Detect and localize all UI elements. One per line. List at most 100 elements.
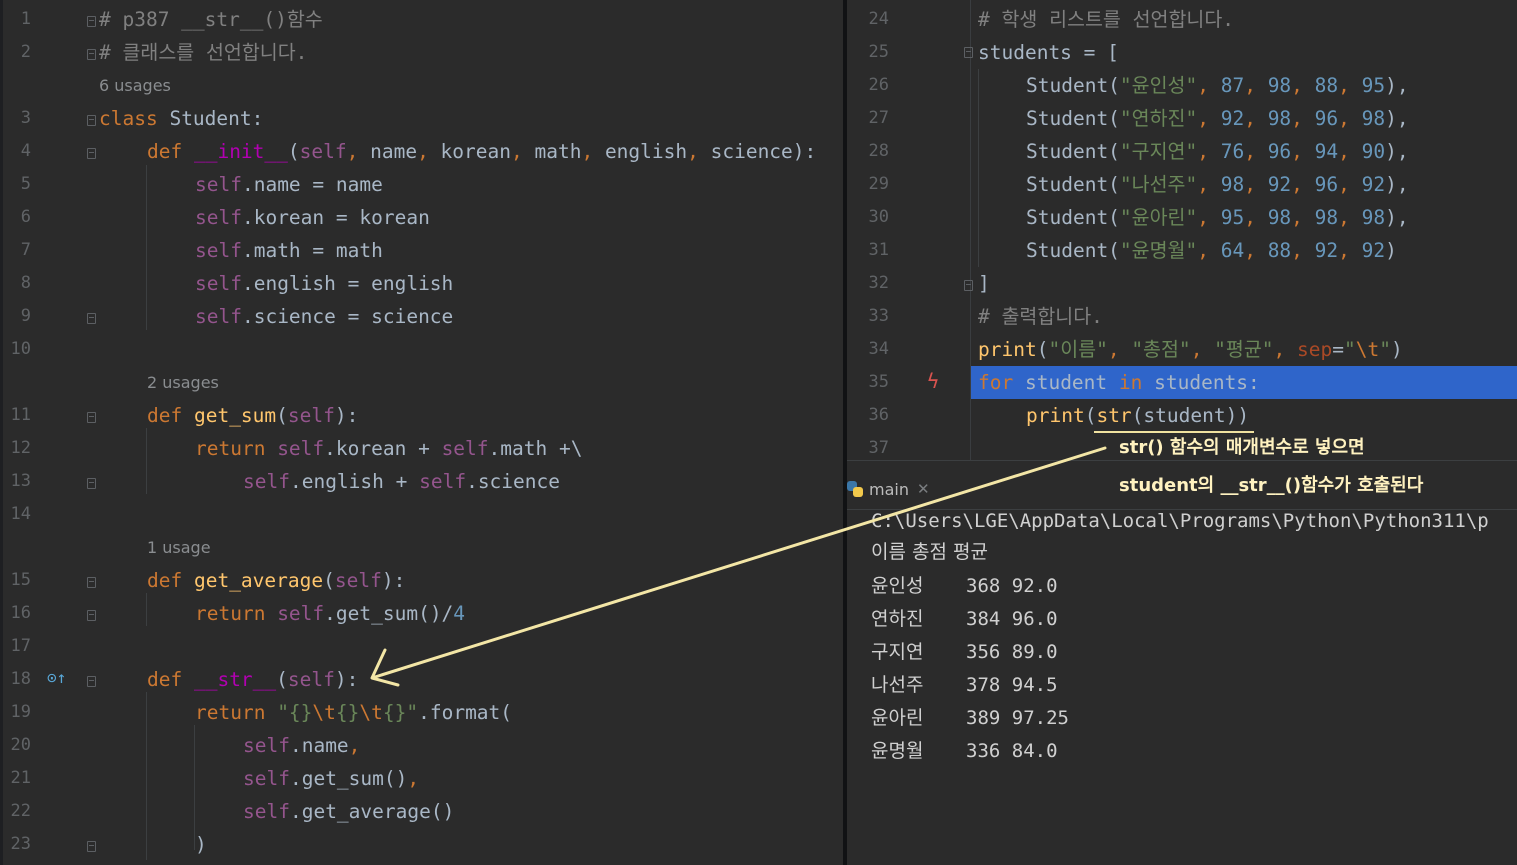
code-line[interactable]: 2 # 클래스를 선언합니다.: [3, 36, 843, 69]
code-line[interactable]: 27 Student("연하진", 92, 98, 96, 98),: [847, 102, 1517, 135]
code-line[interactable]: 7 self.math = math: [3, 234, 843, 267]
code-line[interactable]: 33 # 출력합니다.: [847, 300, 1517, 333]
code-line[interactable]: 34 print("이름", "총점", "평균", sep="\t"): [847, 333, 1517, 366]
override-gutter-icon[interactable]: ⊙↑: [47, 668, 66, 687]
code-token: "윤인성": [1119, 74, 1198, 97]
code-line[interactable]: 30 Student("윤아린", 95, 98, 98, 98),: [847, 201, 1517, 234]
code-token: ,: [511, 140, 535, 163]
line-number: 27: [868, 108, 889, 128]
code-text: Student("윤아린", 95, 98, 98, 98),: [1026, 201, 1409, 234]
code-line[interactable]: 35 for student in students:: [847, 366, 1517, 399]
code-line[interactable]: 16 return self.get_sum()/4: [3, 597, 843, 630]
code-line[interactable]: 1 # p387 __str__()함수: [3, 3, 843, 36]
code-token: ]: [978, 272, 990, 295]
fold-icon[interactable]: [87, 478, 96, 489]
code-line[interactable]: 12 return self.korean + self.math +\: [3, 432, 843, 465]
left-editor-pane[interactable]: 1 # p387 __str__()함수 2 # 클래스를 선언합니다. 3 class …: [3, 0, 843, 865]
code-line[interactable]: 14: [3, 498, 843, 531]
student-name: 윤명월: [871, 740, 924, 762]
code-line[interactable]: 17: [3, 630, 843, 663]
code-line[interactable]: 13 self.english + self.science: [3, 465, 843, 498]
fold-icon[interactable]: [87, 115, 96, 126]
code-line[interactable]: 19 return "{}\t{}\t{}".format(: [3, 696, 843, 729]
fold-icon[interactable]: [87, 313, 96, 324]
code-token: .science = science: [241, 305, 454, 328]
code-token: self: [195, 305, 242, 328]
indent-guide: [146, 165, 147, 330]
usage-hint[interactable]: 6 usages: [99, 69, 171, 102]
fold-icon[interactable]: [964, 47, 973, 58]
breakpoint-lightning-icon[interactable]: ϟ: [927, 369, 939, 393]
code-line[interactable]: 25 students = [: [847, 36, 1517, 69]
code-token: self: [277, 437, 325, 460]
code-text: def __str__(self):: [147, 663, 358, 696]
fold-icon[interactable]: [87, 148, 96, 159]
fold-icon[interactable]: [87, 412, 96, 423]
code-line[interactable]: 8 self.english = english: [3, 267, 843, 300]
code-line[interactable]: 23): [3, 828, 843, 861]
code-line[interactable]: 11 def get_sum(self):: [3, 399, 843, 432]
code-token: Student(: [1026, 107, 1120, 130]
run-tab-main[interactable]: main ✕: [847, 471, 930, 507]
code-token: "{}: [277, 701, 313, 724]
close-icon[interactable]: ✕: [917, 480, 930, 498]
code-token: self: [195, 206, 242, 229]
fold-icon[interactable]: [87, 577, 96, 588]
code-line[interactable]: 21 self.get_sum(),: [3, 762, 843, 795]
code-line[interactable]: 6 self.korean = korean: [3, 201, 843, 234]
code-line[interactable]: 24 # 학생 리스트를 선언합니다.: [847, 3, 1517, 36]
line-number: 3: [20, 108, 31, 128]
code-token: 90: [1361, 140, 1386, 163]
console-result-row: 윤명월 336 84.0: [871, 735, 1058, 768]
code-text: def get_sum(self):: [147, 399, 358, 432]
fold-icon[interactable]: [87, 16, 96, 27]
code-line[interactable]: 18 def __str__(self):: [3, 663, 843, 696]
code-token: self: [243, 470, 290, 493]
code-line[interactable]: 10: [3, 333, 843, 366]
code-token: ,: [1291, 74, 1315, 97]
usage-hint[interactable]: 1 usage: [147, 531, 211, 564]
code-text: Student("윤명월", 64, 88, 92, 92): [1026, 234, 1397, 267]
line-number: 23: [10, 834, 31, 854]
fold-icon[interactable]: [87, 841, 96, 852]
code-token: Student(: [1026, 173, 1120, 196]
code-token: "구지연": [1119, 140, 1198, 163]
line-number: 16: [10, 603, 31, 623]
right-editor-pane[interactable]: 24 # 학생 리스트를 선언합니다. 25 students = [26 Studen…: [847, 0, 1517, 865]
code-line[interactable]: 36 print(str(student)): [847, 399, 1517, 432]
console-result-row: 나선주 378 94.5: [871, 669, 1058, 702]
code-line[interactable]: 32]: [847, 267, 1517, 300]
code-line[interactable]: 29 Student("나선주", 98, 92, 96, 92),: [847, 168, 1517, 201]
code-text: for student in students:: [978, 366, 1260, 399]
line-number: 15: [10, 570, 31, 590]
code-token: get_average: [193, 569, 324, 592]
code-token: students:: [1154, 371, 1260, 394]
code-token: .get_average(): [289, 800, 455, 823]
code-token: ,: [1291, 206, 1315, 229]
code-line[interactable]: 28 Student("구지연", 76, 96, 94, 90),: [847, 135, 1517, 168]
code-line[interactable]: 26 Student("윤인성", 87, 98, 88, 95),: [847, 69, 1517, 102]
code-token: 98: [1220, 173, 1245, 196]
code-line[interactable]: 3 class Student:: [3, 102, 843, 135]
code-line[interactable]: 15 def get_average(self):: [3, 564, 843, 597]
fold-icon[interactable]: [87, 49, 96, 60]
code-line[interactable]: 9 self.science = science: [3, 300, 843, 333]
fold-icon[interactable]: [964, 280, 973, 291]
code-token: Student(: [1026, 206, 1120, 229]
code-token: str: [1096, 404, 1132, 427]
code-token: ,: [1291, 107, 1315, 130]
code-line[interactable]: 31 Student("윤명월", 64, 88, 92, 92): [847, 234, 1517, 267]
code-token: ),: [1385, 206, 1409, 229]
code-line[interactable]: 20 self.name,: [3, 729, 843, 762]
code-line[interactable]: 5 self.name = name: [3, 168, 843, 201]
fold-icon[interactable]: [87, 610, 96, 621]
fold-icon[interactable]: [87, 676, 96, 687]
code-text: print("이름", "총점", "평균", sep="\t"): [978, 333, 1403, 366]
student-sum: 384: [966, 608, 1001, 630]
code-line[interactable]: 22 self.get_average(): [3, 795, 843, 828]
usage-hint[interactable]: 2 usages: [147, 366, 219, 399]
code-text: self.math = math: [195, 234, 383, 267]
code-line[interactable]: 4 def __init__(self, name, korean, math, …: [3, 135, 843, 168]
code-token: Student:: [169, 107, 264, 130]
